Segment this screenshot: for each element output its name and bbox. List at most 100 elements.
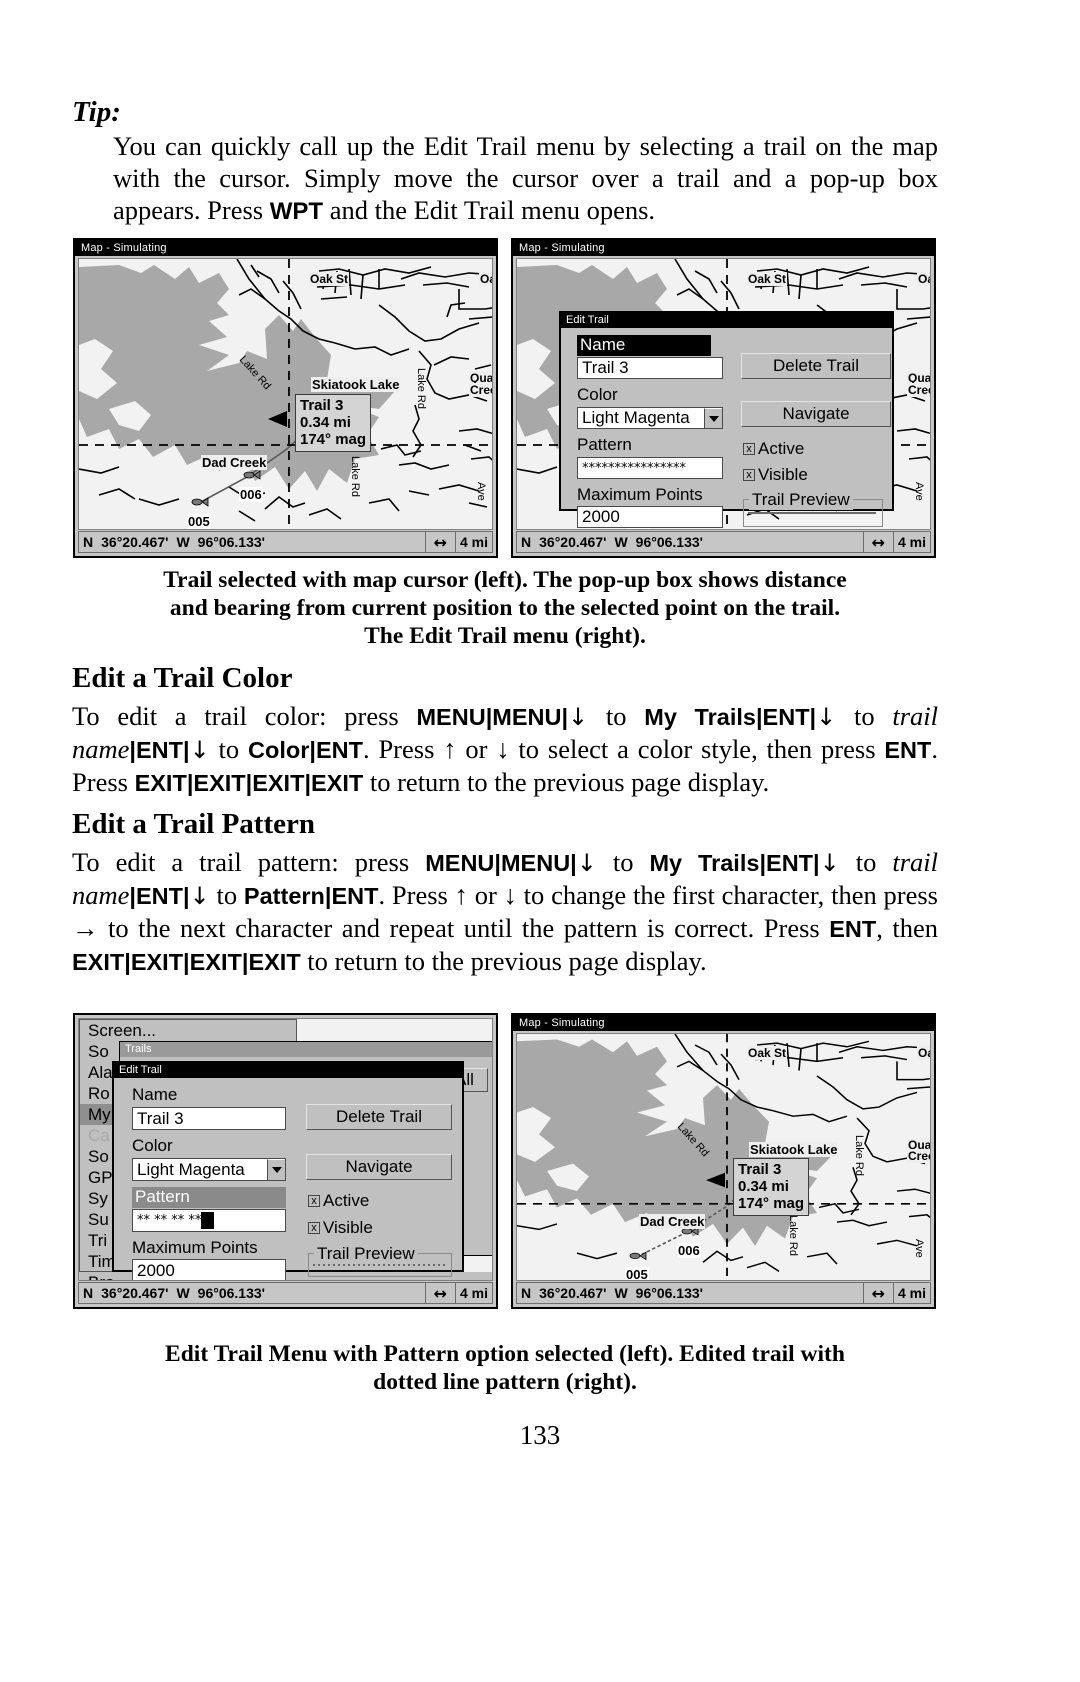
text-run: to return to the previous page display. bbox=[300, 946, 707, 976]
menu-canvas[interactable]: Screen... So Ala Ro My Ca So GP Sy Su Tr… bbox=[78, 1018, 493, 1281]
key-token: | bbox=[129, 883, 136, 909]
color-field-label-2: Color bbox=[132, 1136, 173, 1155]
active-checkbox-box: x bbox=[743, 443, 755, 455]
navigate-button[interactable]: Navigate bbox=[741, 401, 891, 427]
visible-checkbox-label: Visible bbox=[758, 465, 808, 484]
pattern-field-input-2[interactable]: ** ** ** ** bbox=[132, 1209, 286, 1232]
delete-trail-button[interactable]: Delete Trail bbox=[741, 353, 891, 379]
map-canvas[interactable]: Oak St Oak Lake Rd Lake Rd Lake Rd Ave S… bbox=[78, 258, 493, 530]
key-token: ENT bbox=[884, 737, 932, 763]
color-field-label: Color bbox=[577, 385, 618, 404]
popup-trail-name: Trail 3 bbox=[300, 397, 344, 414]
map-label-oak-partial-d: Oak bbox=[917, 1046, 930, 1060]
pattern-field-input[interactable]: **************** bbox=[577, 457, 723, 479]
tip-key-wpt: WPT bbox=[269, 198, 324, 225]
map-label-lake-rd-2: Lake Rd bbox=[415, 368, 427, 409]
pattern-value: **************** bbox=[582, 460, 686, 476]
edit-trail-dialog: Edit Trail Name Trail 3 Color Light Mage… bbox=[559, 311, 894, 528]
key-token: EXIT bbox=[72, 949, 125, 975]
map-graphics bbox=[79, 259, 492, 529]
text-run: to bbox=[839, 847, 893, 877]
fig1-caption-line-3: The Edit Trail menu (right). bbox=[364, 623, 646, 649]
key-token: ENT bbox=[766, 850, 814, 876]
key-token: | bbox=[494, 850, 501, 876]
key-token: EXIT bbox=[252, 770, 305, 796]
screen-title-bar-right: Map - Simulating bbox=[513, 240, 934, 256]
max-points-field-input-2[interactable]: 2000 bbox=[132, 1259, 286, 1280]
text-run: to bbox=[588, 701, 645, 731]
popup-bearing: 174° mag bbox=[300, 431, 367, 448]
pattern-edit-caret bbox=[201, 1212, 215, 1229]
visible-checkbox-box-2: x bbox=[308, 1222, 320, 1234]
text-run: to bbox=[836, 701, 893, 731]
map-label-skiatook-lake-d: Skiatook Lake bbox=[749, 1142, 839, 1157]
latitude-hemisphere-r: N bbox=[521, 534, 532, 550]
map-label-dad-creek: Dad Creek bbox=[201, 455, 268, 470]
document-page: Tip: You can quickly call up the Edit Tr… bbox=[0, 0, 1080, 1682]
text-run: to bbox=[209, 734, 249, 764]
name-field-input-2[interactable]: Trail 3 bbox=[132, 1107, 286, 1130]
key-token: ENT bbox=[315, 737, 363, 763]
fig1-caption-line-1: Trail selected with map cursor (left). T… bbox=[163, 567, 847, 593]
color-field-select[interactable]: Light Magenta bbox=[577, 407, 723, 429]
max-points-field-input[interactable]: 2000 bbox=[577, 506, 723, 528]
longitude-value-d: 96°06.133' bbox=[635, 1285, 703, 1301]
navigate-button-2[interactable]: Navigate bbox=[306, 1154, 452, 1180]
key-token: ENT bbox=[829, 916, 877, 942]
active-checkbox[interactable]: x Active bbox=[743, 439, 804, 459]
gps-screen-dotted-trail: Map - Simulating Oak St O Lake Rd Lake R… bbox=[511, 1013, 936, 1309]
key-token: EXIT bbox=[134, 770, 187, 796]
range-arrows-icon-m: ↔ bbox=[433, 1283, 447, 1303]
trail-popup-box: Trail 3 0.34 mi 174° mag bbox=[295, 394, 372, 452]
key-token: EXIT bbox=[311, 770, 364, 796]
visible-checkbox[interactable]: x Visible bbox=[743, 465, 808, 485]
map-label-lake-rd-3: Lake Rd bbox=[349, 456, 361, 497]
status-bar: N 36°20.467' W 96°06.133' ↔ 4 mi bbox=[78, 531, 493, 553]
status-bar-menu-screen: N 36°20.467' W 96°06.133' ↔ 4 mi bbox=[78, 1282, 493, 1304]
edit-trail-dialog-2: Edit Trail Name Trail 3 Color Light Mage… bbox=[112, 1061, 464, 1280]
waypoint-label-005-d: 005 bbox=[625, 1267, 649, 1281]
key-token: ENT bbox=[331, 883, 379, 909]
key-token: EXIT bbox=[248, 949, 301, 975]
tip-line-3b: and the Edit Trail menu opens. bbox=[323, 195, 656, 225]
latitude-hemisphere-m: N bbox=[83, 1285, 94, 1301]
arrow-icon: ↓ bbox=[816, 703, 837, 731]
longitude-value: 96°06.133' bbox=[197, 534, 265, 550]
delete-trail-button-2[interactable]: Delete Trail bbox=[306, 1104, 452, 1130]
map-canvas-dotted[interactable]: Oak St Oak Lake Rd Lake Rd Lake Rd Ave S… bbox=[516, 1033, 931, 1281]
chevron-down-icon[interactable] bbox=[704, 408, 722, 428]
trail-preview-label-2: Trail Preview bbox=[314, 1244, 418, 1264]
map-canvas-right[interactable]: Oak St Oak Quapa Creek Ave 005 Edit Trai… bbox=[516, 258, 931, 530]
map-range-value-r: 4 mi bbox=[897, 534, 926, 550]
map-range-value-d: 4 mi bbox=[897, 1285, 926, 1301]
map-label-skiatook-lake: Skiatook Lake bbox=[311, 377, 401, 392]
text-run: . Press ↑ or ↓ to select a color style, … bbox=[362, 734, 885, 764]
key-token: | bbox=[309, 737, 316, 763]
fig1-caption-line-2: and bearing from current position to the… bbox=[169, 595, 841, 621]
longitude-hemisphere-r: W bbox=[614, 534, 628, 550]
visible-checkbox-2[interactable]: x Visible bbox=[308, 1218, 373, 1238]
active-checkbox-label: Active bbox=[758, 439, 805, 458]
name-field-label: Name bbox=[577, 335, 711, 356]
color-field-select-2[interactable]: Light Magenta bbox=[132, 1158, 286, 1181]
key-token: | bbox=[755, 704, 763, 730]
active-checkbox-label-2: Active bbox=[323, 1191, 370, 1210]
map-label-lake-rd-3-d: Lake Rd bbox=[787, 1215, 799, 1256]
key-token: ENT bbox=[762, 704, 810, 730]
latitude-hemisphere: N bbox=[83, 534, 94, 550]
page-number: 133 bbox=[519, 1420, 561, 1450]
range-arrows-icon: ↔ bbox=[433, 532, 447, 552]
waypoint-label-005: 005 bbox=[187, 514, 211, 529]
map-label-ave-d: Ave bbox=[913, 1239, 925, 1258]
key-token: | bbox=[129, 737, 136, 763]
chevron-down-icon-2[interactable] bbox=[267, 1159, 285, 1180]
pattern-field-label: Pattern bbox=[577, 435, 632, 454]
active-checkbox-2[interactable]: x Active bbox=[308, 1191, 369, 1211]
key-token: EXIT bbox=[193, 770, 246, 796]
popup-bearing-d: 174° mag bbox=[738, 1195, 805, 1212]
pattern-value-2: ** ** ** ** bbox=[137, 1213, 202, 1228]
menu-item-0[interactable]: Screen... bbox=[80, 1020, 296, 1041]
trail-preview-label: Trail Preview bbox=[749, 490, 853, 510]
name-field-input[interactable]: Trail 3 bbox=[577, 357, 723, 379]
popup-trail-name-d: Trail 3 bbox=[738, 1161, 782, 1178]
